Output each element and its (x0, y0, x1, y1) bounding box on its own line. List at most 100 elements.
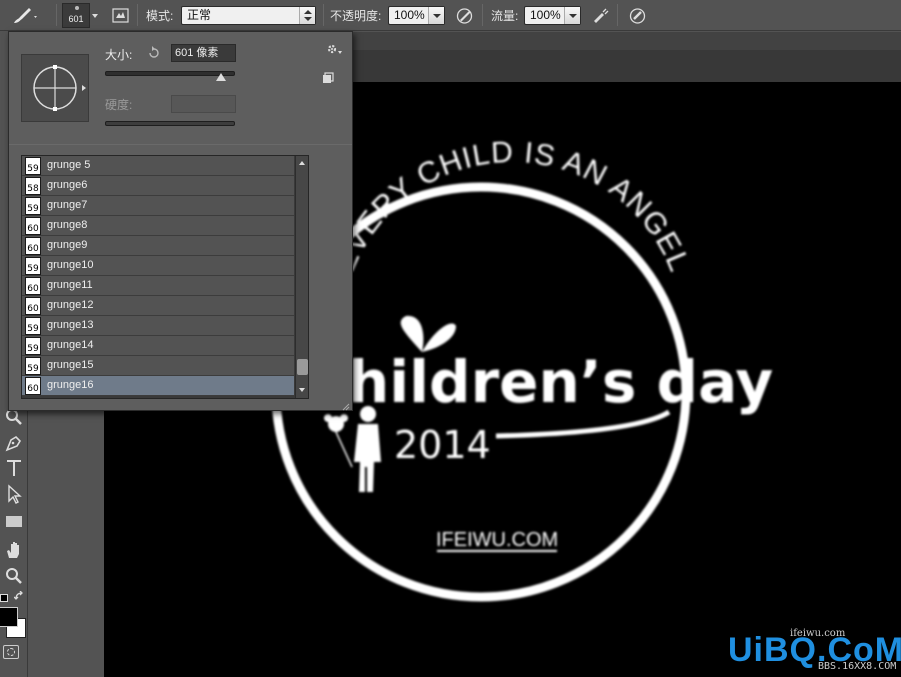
brush-thumbnail: 59 (25, 337, 41, 355)
brush-thumbnail: 59 (25, 357, 41, 375)
document-header (350, 50, 901, 82)
type-tool[interactable] (3, 457, 25, 479)
brush-thumbnail: 60 (25, 297, 41, 315)
brush-preset-name: grunge12 (47, 299, 94, 311)
brush-icon (14, 7, 37, 23)
swap-colors-icon (13, 590, 23, 600)
mode-value: 正常 (187, 8, 212, 22)
brush-preset-row[interactable]: 58 grunge6 (22, 176, 294, 196)
brush-thumbnail: 60 (25, 377, 41, 395)
brush-preset-name: grunge8 (47, 219, 88, 231)
pen-icon (5, 435, 22, 452)
reset-size-button[interactable] (147, 46, 161, 60)
opacity-input[interactable]: 100% (388, 6, 445, 25)
brush-thumbnail: 60 (25, 217, 41, 235)
brush-thumbnail: 59 (25, 197, 41, 215)
brush-preset-name: grunge16 (47, 379, 94, 391)
reset-icon (149, 46, 159, 58)
pressure-opacity-button[interactable] (454, 5, 475, 26)
size-slider-thumb[interactable] (216, 73, 227, 81)
brush-preset-row[interactable]: 60 grunge8 (22, 216, 294, 236)
brush-preset-picker: 大小: 601 像素 硬度: 59 grunge 5 58 grunge6 59 grun… (8, 31, 353, 411)
badge-year: 2014 (394, 423, 491, 467)
chevron-down-icon (92, 14, 98, 18)
hand-tool[interactable] (3, 539, 25, 561)
scroll-up-arrow-icon[interactable] (299, 161, 305, 165)
hardness-input[interactable] (171, 95, 236, 113)
gear-icon (327, 44, 342, 54)
create-preset-button[interactable] (322, 72, 334, 84)
type-icon (7, 460, 21, 476)
brush-size-preview[interactable]: 601 (62, 3, 90, 28)
quick-mask-button[interactable] (3, 645, 19, 659)
brush-preset-name: grunge13 (47, 319, 94, 331)
badge-headline: hildren’s day (348, 348, 773, 416)
rectangle-tool[interactable] (3, 510, 25, 532)
brush-preset-list: 59 grunge 5 58 grunge6 59 grunge7 60 grunge8 60 g… (21, 155, 309, 399)
brush-angle-roundness-icon (33, 65, 86, 111)
opacity-value: 100% (394, 8, 425, 22)
brush-preset-row[interactable]: 59 grunge14 (22, 336, 294, 356)
brush-preset-name: grunge9 (47, 239, 88, 251)
hardness-slider[interactable] (105, 121, 235, 126)
brush-picker-toggle[interactable] (90, 3, 102, 28)
pen-tool[interactable] (3, 432, 25, 454)
mode-select[interactable]: 正常 (181, 6, 316, 25)
brush-preset-row[interactable]: 60 grunge12 (22, 296, 294, 316)
chevron-down-icon (564, 7, 580, 24)
brush-preset-name: grunge6 (47, 179, 88, 191)
list-scrollbar[interactable] (295, 156, 308, 398)
brush-preset-row[interactable]: 59 grunge15 (22, 356, 294, 376)
foreground-color-swatch[interactable] (0, 607, 18, 627)
brush-tool-preset[interactable] (10, 0, 38, 31)
scrollbar-thumb[interactable] (297, 359, 308, 375)
brush-preset-row[interactable]: 59 grunge10 (22, 256, 294, 276)
brush-preset-row[interactable]: 59 grunge 5 (22, 156, 294, 176)
zoom-icon (6, 568, 22, 584)
tablet-pressure-opacity-icon (456, 8, 473, 24)
mode-label: 模式: (146, 9, 174, 23)
airbrush-button[interactable] (590, 5, 611, 26)
brush-thumbnail: 59 (25, 317, 41, 335)
hardness-label: 硬度: (105, 98, 133, 112)
zoom-tool[interactable] (3, 565, 25, 587)
badge-arc-text: EVERY CHILD IS AN ANGEL (328, 136, 696, 277)
brush-preset-row[interactable]: 59 grunge7 (22, 196, 294, 216)
size-input[interactable]: 601 像素 (171, 44, 236, 62)
scroll-down-arrow-icon[interactable] (299, 388, 305, 392)
tablet-pressure-size-icon (629, 8, 646, 24)
picker-settings-button[interactable] (325, 42, 343, 58)
brush-preset-row[interactable]: 60 grunge9 (22, 236, 294, 256)
brush-preset-row[interactable]: 59 grunge13 (22, 316, 294, 336)
brush-tip-preview[interactable] (21, 54, 89, 122)
brush-thumbnail: 60 (25, 237, 41, 255)
size-label: 大小: (105, 48, 133, 62)
sprout-leaf-left (400, 315, 424, 352)
default-colors-icon[interactable] (0, 594, 8, 602)
toggle-brush-panel-button[interactable] (110, 5, 131, 26)
badge-site: IFEIWU.COM (436, 529, 558, 551)
path-select-icon (8, 484, 22, 504)
brush-thumbnail: 58 (25, 177, 41, 195)
brush-preset-row[interactable]: 60 grunge16 (22, 376, 294, 396)
size-slider[interactable] (105, 71, 235, 81)
path-selection-tool[interactable] (3, 483, 25, 505)
flow-label: 流量: (491, 9, 519, 23)
new-preset-icon (323, 72, 334, 83)
brush-thumbnail: 60 (25, 277, 41, 295)
resize-grip-icon[interactable] (342, 400, 350, 411)
panel-divider (9, 144, 352, 145)
brush-preset-row[interactable]: 60 grunge11 (22, 276, 294, 296)
brush-preset-name: grunge 5 (47, 159, 91, 171)
quick-mask-icon (7, 648, 15, 656)
chevron-updown-icon (299, 7, 315, 24)
brush-preset-name: grunge11 (47, 279, 93, 291)
brush-thumbnail: 59 (25, 257, 41, 275)
toggle-brush-panel-icon (112, 8, 129, 23)
brush-preset-name: grunge7 (47, 199, 88, 211)
swap-colors-button[interactable] (13, 590, 26, 603)
flow-input[interactable]: 100% (524, 6, 581, 25)
rectangle-icon (6, 516, 22, 527)
brush-preset-name: grunge10 (47, 259, 94, 271)
pressure-size-button[interactable] (627, 5, 648, 26)
